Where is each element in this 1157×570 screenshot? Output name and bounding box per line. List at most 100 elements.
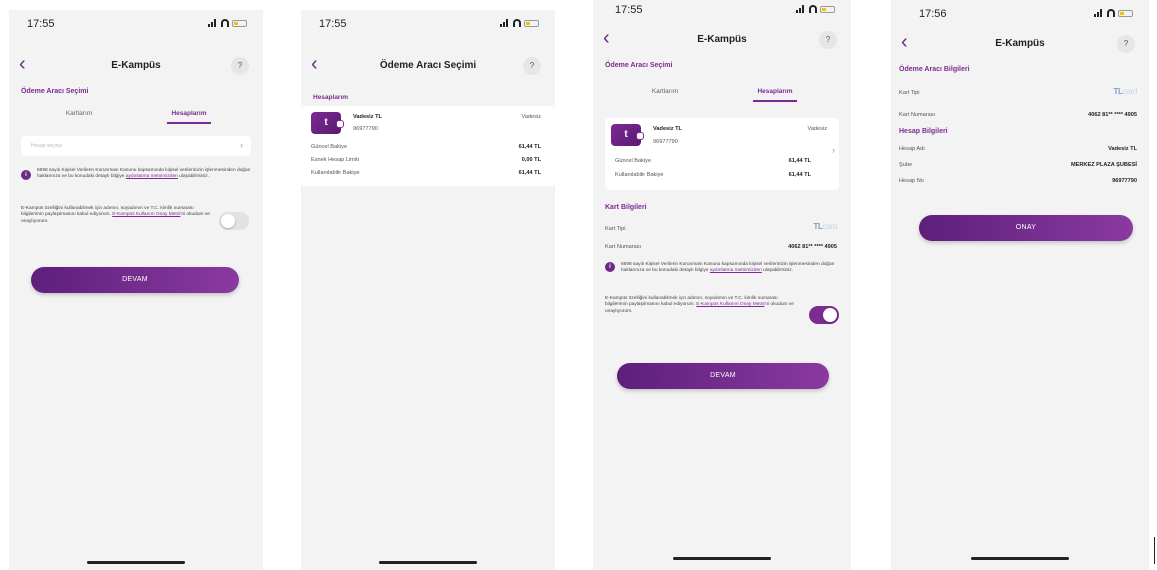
tab-bar: Kartlarım Hesaplarım xyxy=(625,88,825,110)
account-number-label: Hesap No xyxy=(899,178,924,184)
account-icon: t xyxy=(611,124,644,146)
tab-bar: Kartlarım Hesaplarım xyxy=(39,110,239,132)
tab-cards[interactable]: Kartlarım xyxy=(625,88,705,95)
tab-accounts[interactable]: Hesaplarım xyxy=(735,88,815,102)
account-name-label: Hesap Adı xyxy=(899,146,925,152)
kvkk-link[interactable]: aydınlatma metnimizden xyxy=(710,268,762,273)
status-time: 17:55 xyxy=(319,18,347,30)
screen-payment-info: 17:56 ‹ E-Kampüs ? Ödeme Aracı Bilgileri… xyxy=(891,0,1149,570)
status-time: 17:55 xyxy=(615,4,643,16)
tlcard-logo: TLcard xyxy=(1113,87,1137,96)
tab-accounts[interactable]: Hesaplarım xyxy=(149,110,229,124)
available-balance-label: Kullanılabilir Bakiye xyxy=(311,170,360,176)
nav-bar: ‹ Ödeme Aracı Seçimi ? xyxy=(301,50,555,80)
battery-icon xyxy=(524,20,539,27)
account-number: 96977790 xyxy=(653,139,678,145)
nav-bar: ‹ E-Kampüs ? xyxy=(593,24,851,54)
status-icons xyxy=(500,19,539,27)
status-bar: 17:55 xyxy=(593,0,851,26)
account-name: Vadesiz TL xyxy=(653,126,682,132)
status-bar: 17:56 xyxy=(891,0,1149,26)
current-balance-value: 61,44 TL xyxy=(788,158,811,164)
kvkk-notice: 6698 sayılı Kişisel Verilerin Korunması … xyxy=(621,262,841,275)
chevron-right-icon: › xyxy=(832,145,835,155)
flexible-limit-value: 0,00 TL xyxy=(521,157,541,163)
account-number: 96977790 xyxy=(353,126,378,132)
account-section-title: Hesap Bilgileri xyxy=(899,128,948,135)
section-title: Hesaplarım xyxy=(313,94,349,101)
battery-icon xyxy=(1118,10,1133,17)
help-button[interactable]: ? xyxy=(1117,35,1135,53)
consent-link[interactable]: E-Kampüs Kullanım Onay Metni xyxy=(696,302,764,307)
consent-text: E-Kampüs özelliğini kullanabilmek için a… xyxy=(605,296,801,315)
kvkk-notice: 6698 sayılı Kişisel Verilerin Korunması … xyxy=(37,168,251,181)
account-card[interactable]: t Vadesiz TL 96977790 Vadesiz › Güncel B… xyxy=(605,118,839,190)
home-indicator xyxy=(971,557,1069,560)
card-type-label: Kart Tipi xyxy=(605,226,626,232)
status-time: 17:56 xyxy=(919,8,947,20)
current-balance-value: 61,44 TL xyxy=(518,144,541,150)
kvkk-link[interactable]: aydınlatma metnimizden xyxy=(126,174,178,179)
help-button[interactable]: ? xyxy=(819,31,837,49)
help-button[interactable]: ? xyxy=(523,57,541,75)
account-icon: t xyxy=(311,112,344,134)
card-number-value: 4062 81** **** 4905 xyxy=(1088,112,1137,118)
section-title: Ödeme Aracı Seçimi xyxy=(605,62,673,69)
home-indicator xyxy=(87,561,185,564)
text-cursor xyxy=(1154,537,1155,564)
signal-icon xyxy=(796,5,806,13)
card-number-value: 4062 81** **** 4905 xyxy=(788,244,837,250)
page-title: E-Kampüs xyxy=(995,38,1045,49)
available-balance-value: 61,44 TL xyxy=(518,170,541,176)
tlcard-logo: TLcard xyxy=(813,222,837,231)
account-name: Vadesiz TL xyxy=(353,114,382,120)
wifi-icon xyxy=(809,5,817,13)
continue-button[interactable]: DEVAM xyxy=(31,267,239,293)
branch-label: Şube xyxy=(899,162,913,168)
consent-toggle[interactable] xyxy=(219,212,249,230)
page-title: E-Kampüs xyxy=(697,34,747,45)
available-balance-value: 61,44 TL xyxy=(788,172,811,178)
page-title: E-Kampüs xyxy=(111,60,161,71)
kvkk-suffix: ulaşabilirsiniz. xyxy=(179,174,210,180)
nav-bar: ‹ E-Kampüs ? xyxy=(9,50,263,80)
available-balance-label: Kullanılabilir Bakiye xyxy=(615,172,664,178)
account-type: Vadesiz xyxy=(807,126,828,132)
status-icons xyxy=(796,5,835,13)
confirm-button[interactable]: ONAY xyxy=(919,215,1133,241)
card-number-label: Kart Numarası xyxy=(899,112,936,118)
consent-toggle[interactable] xyxy=(809,306,839,324)
consent-text: E-Kampüs özelliğini kullanabilmek için a… xyxy=(21,206,211,225)
status-icons xyxy=(208,19,247,27)
battery-icon xyxy=(820,6,835,13)
page-title: Ödeme Aracı Seçimi xyxy=(379,60,477,71)
signal-icon xyxy=(500,19,510,27)
account-number-value: 96977790 xyxy=(1112,178,1137,184)
card-type-label: Kart Tipi xyxy=(899,90,920,96)
branch-value: MERKEZ PLAZA ŞUBESİ xyxy=(1071,162,1137,168)
wifi-icon xyxy=(1107,9,1115,17)
status-icons xyxy=(1094,9,1133,17)
account-type: Vadesiz xyxy=(521,114,542,120)
signal-icon xyxy=(1094,9,1104,17)
wifi-icon xyxy=(221,19,229,27)
card-section-title: Kart Bilgileri xyxy=(605,204,647,211)
screen-ekampus-select: 17:55 ‹ E-Kampüs ? Ödeme Aracı Seçimi Ka… xyxy=(9,10,263,570)
account-select-placeholder: Hesap seçiniz xyxy=(31,143,63,149)
wifi-icon xyxy=(513,19,521,27)
account-select[interactable]: Hesap seçiniz › xyxy=(21,136,251,156)
help-button[interactable]: ? xyxy=(231,57,249,75)
current-balance-label: Güncel Bakiye xyxy=(615,158,652,164)
screen-payment-method: 17:55 ‹ Ödeme Aracı Seçimi ? Hesaplarım … xyxy=(301,10,555,570)
account-name-value: Vadesiz TL xyxy=(1108,146,1137,152)
status-time: 17:55 xyxy=(27,18,55,30)
current-balance-label: Güncel Bakiye xyxy=(311,144,348,150)
home-indicator xyxy=(673,557,771,560)
account-card[interactable]: t Vadesiz TL 96977790 Vadesiz Güncel Bak… xyxy=(301,106,555,186)
tab-cards[interactable]: Kartlarım xyxy=(39,110,119,117)
continue-button[interactable]: DEVAM xyxy=(617,363,829,389)
chevron-right-icon: › xyxy=(240,140,243,150)
consent-link[interactable]: E-Kampüs Kullanım Onay Metni xyxy=(112,212,180,217)
flexible-limit-label: Esnek Hesap Limiti xyxy=(311,157,359,163)
section-title: Ödeme Aracı Seçimi xyxy=(21,88,89,95)
